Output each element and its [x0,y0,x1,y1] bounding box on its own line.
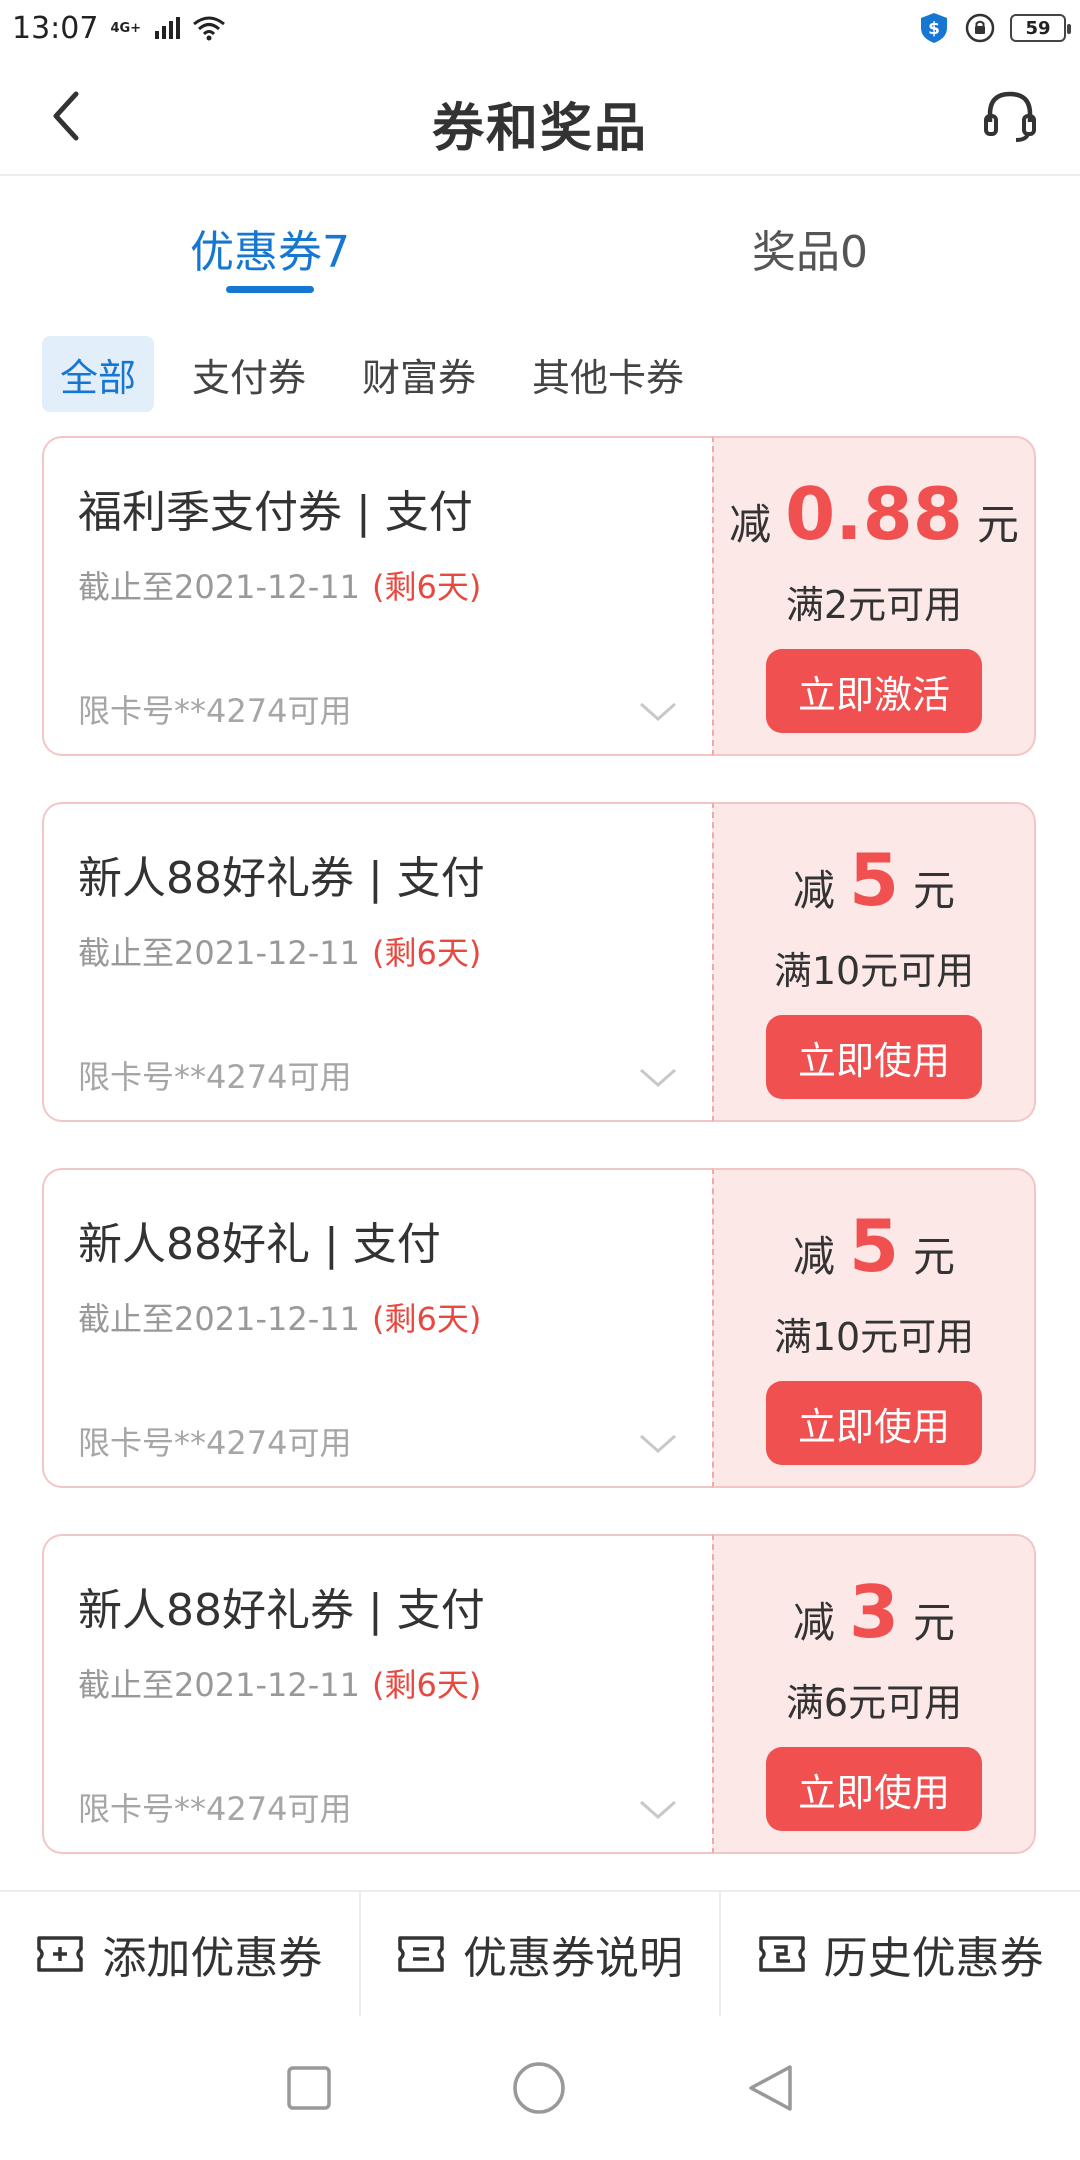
chevron-down-icon[interactable] [638,1432,678,1456]
tab-prizes[interactable]: 奖品0 [752,216,868,280]
bottom-toolbar: 添加优惠券 优惠券说明 历史优惠券 [0,1890,1080,2016]
battery-level: 59 [1025,17,1051,39]
home-icon[interactable] [512,2061,566,2115]
coupon-remaining: (剩6天) [371,1300,482,1338]
coupon-card[interactable]: 新人88好礼券 | 支付 截止至2021-12-11 (剩6天) 限卡号**427… [42,802,1036,1122]
chevron-down-icon[interactable] [638,700,678,724]
back-triangle-icon[interactable] [746,2063,794,2113]
header: 券和奖品 [0,56,1080,176]
coupon-card[interactable]: 福利季支付券 | 支付 截止至2021-12-11 (剩6天) 限卡号**4274… [42,436,1036,756]
ticket-info-icon [398,1936,444,1972]
status-bar: 13:07 4G+ $ 59 [0,0,1080,56]
system-nav-bar [0,2016,1080,2160]
coupon-remaining: (剩6天) [371,934,482,972]
coupon-expire-date: 截止至2021-12-11 [78,1666,360,1704]
coupon-expire: 截止至2021-12-11 (剩6天) [78,1660,678,1706]
coupon-limit: 限卡号**4274可用 [78,1058,352,1096]
coupon-expire: 截止至2021-12-11 (剩6天) [78,562,678,608]
shield-dollar-icon: $ [921,13,947,43]
coupon-card[interactable]: 新人88好礼 | 支付 截止至2021-12-11 (剩6天) 限卡号**4274… [42,1168,1036,1488]
coupon-amount: 5 [848,838,900,922]
coupon-amount: 5 [848,1204,900,1288]
status-right: $ 59 [918,11,1071,45]
coupon-prefix: 减 [792,1232,835,1281]
filter-wealth[interactable]: 财富券 [344,336,494,412]
use-now-button[interactable]: 立即使用 [766,1015,982,1099]
coupon-history-button[interactable]: 历史优惠券 [721,1892,1080,2016]
ticket-history-icon [758,1936,805,1972]
wifi-icon [193,16,226,41]
coupon-value-panel: 减 0.88 元 满2元可用 立即激活 [712,436,1036,756]
rotation-lock-icon [965,13,995,43]
filter-all[interactable]: 全部 [42,336,155,412]
coupon-info-button[interactable]: 优惠券说明 [361,1892,722,2016]
coupon-name: 福利季支付券 | 支付 [78,487,473,538]
chevron-down-icon[interactable] [638,1798,678,1822]
tab-underline [226,286,314,293]
coupon-amount-row: 减 5 元 [793,844,955,934]
coupon-expire-date: 截止至2021-12-11 [78,1300,360,1338]
tab-coupons[interactable]: 优惠券7 [190,216,350,280]
coupon-card[interactable]: 新人88好礼券 | 支付 截止至2021-12-11 (剩6天) 限卡号**427… [42,1534,1036,1854]
coupon-limit: 限卡号**4274可用 [78,1790,352,1828]
headset-icon[interactable] [980,86,1040,146]
coupon-prefix: 减 [729,500,772,549]
coupon-prefix: 减 [792,866,835,915]
coupon-remaining: (剩6天) [371,1666,482,1704]
coupon-amount-row: 减 5 元 [793,1210,955,1300]
coupon-value-panel: 减 3 元 满6元可用 立即使用 [712,1534,1036,1854]
coupon-info: 新人88好礼券 | 支付 截止至2021-12-11 (剩6天) 限卡号**427… [42,1534,712,1854]
coupon-condition: 满2元可用 [785,583,963,627]
coupon-info: 新人88好礼券 | 支付 截止至2021-12-11 (剩6天) 限卡号**427… [42,802,712,1122]
ticket-plus-icon [37,1936,84,1972]
coupon-condition: 满10元可用 [773,949,975,993]
coupon-unit: 元 [913,1598,956,1647]
coupon-expire-date: 截止至2021-12-11 [78,568,360,606]
main-tabs: 优惠券7 奖品0 [0,176,1080,306]
signal-icon [155,17,181,39]
coupon-unit: 元 [976,500,1019,549]
network-type: 4G+ [110,20,142,36]
svg-text:$: $ [928,19,940,39]
coupon-limit: 限卡号**4274可用 [78,1424,352,1462]
coupon-remaining: (剩6天) [371,568,482,606]
coupon-value-panel: 减 5 元 满10元可用 立即使用 [712,802,1036,1122]
page-title: 券和奖品 [431,99,648,159]
activate-button[interactable]: 立即激活 [766,649,982,733]
coupon-unit: 元 [913,866,956,915]
battery-icon: 59 [1010,14,1071,42]
coupon-unit: 元 [913,1232,956,1281]
coupon-name: 新人88好礼 | 支付 [78,1219,441,1270]
coupon-expire: 截止至2021-12-11 (剩6天) [78,1294,678,1340]
status-left: 13:07 4G+ [12,11,226,46]
chevron-down-icon[interactable] [638,1066,678,1090]
coupon-limit: 限卡号**4274可用 [78,692,352,730]
filter-chips: 全部 支付券 财富券 其他卡券 [42,336,702,412]
coupon-prefix: 减 [792,1598,835,1647]
coupon-name: 新人88好礼券 | 支付 [78,1585,485,1636]
coupon-info-label: 优惠券说明 [463,1933,683,1984]
coupon-list: 福利季支付券 | 支付 截止至2021-12-11 (剩6天) 限卡号**4274… [42,436,1036,1900]
add-coupon-label: 添加优惠券 [102,1933,323,1984]
coupon-info: 新人88好礼 | 支付 截止至2021-12-11 (剩6天) 限卡号**4274… [42,1168,712,1488]
coupon-expire-date: 截止至2021-12-11 [78,934,360,972]
filter-payment[interactable]: 支付券 [174,336,324,412]
coupon-expire: 截止至2021-12-11 (剩6天) [78,928,678,974]
coupon-value-panel: 减 5 元 满10元可用 立即使用 [712,1168,1036,1488]
coupon-amount: 0.88 [785,472,963,556]
use-now-button[interactable]: 立即使用 [766,1747,982,1831]
coupon-amount-row: 减 3 元 [793,1576,955,1666]
coupon-name: 新人88好礼券 | 支付 [78,853,485,904]
use-now-button[interactable]: 立即使用 [766,1381,982,1465]
coupon-condition: 满6元可用 [785,1681,963,1725]
add-coupon-button[interactable]: 添加优惠券 [0,1892,361,2016]
recent-apps-icon[interactable] [286,2065,332,2111]
filter-other[interactable]: 其他卡券 [514,336,702,412]
coupon-amount: 3 [848,1570,900,1654]
status-time: 13:07 [12,10,99,46]
coupon-history-label: 历史优惠券 [823,1933,1044,1984]
coupon-condition: 满10元可用 [773,1315,975,1359]
coupon-info: 福利季支付券 | 支付 截止至2021-12-11 (剩6天) 限卡号**4274… [42,436,712,756]
coupon-amount-row: 减 0.88 元 [729,478,1019,568]
